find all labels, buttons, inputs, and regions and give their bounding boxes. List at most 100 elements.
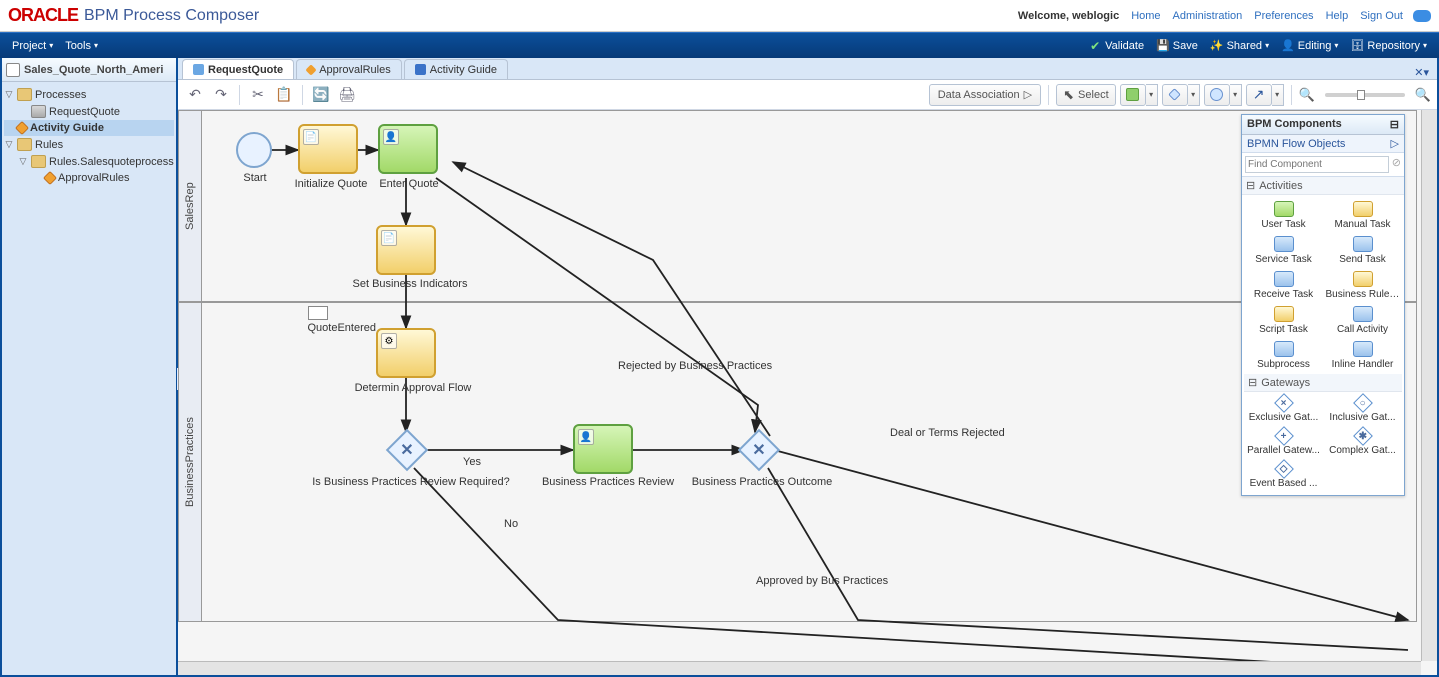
palette-service-task[interactable]: Service Task	[1244, 234, 1323, 267]
edge-no: No	[504, 518, 518, 530]
diamond-icon	[306, 64, 317, 75]
tab-request-quote[interactable]: RequestQuote	[182, 59, 294, 79]
process-canvas[interactable]: SalesRep BusinessPractices Start	[178, 110, 1437, 675]
data-association-button[interactable]: Data Association▷	[929, 84, 1041, 106]
connector-dropdown[interactable]: ▾	[1272, 84, 1284, 106]
palette-section-gateways[interactable]: ⊟Gateways	[1244, 374, 1402, 392]
tree-activity-guide[interactable]: Activity Guide	[4, 120, 174, 136]
undo-button[interactable]: ↶	[184, 84, 206, 106]
enter-quote-task[interactable]: 👤	[378, 124, 438, 174]
palette-user-task[interactable]: User Task	[1244, 199, 1323, 232]
gear-icon	[193, 64, 204, 75]
vertical-scrollbar[interactable]	[1421, 110, 1437, 661]
minimize-icon[interactable]: ⊟	[1390, 118, 1399, 131]
welcome-text: Welcome, weblogic	[1018, 10, 1119, 22]
determine-flow-label: Determin Approval Flow	[343, 382, 483, 394]
palette-event-based-gateway[interactable]: ◇Event Based ...	[1244, 460, 1323, 491]
bp-review-label: Business Practices Review	[528, 476, 688, 488]
edge-rejected-bp: Rejected by Business Practices	[618, 360, 772, 372]
select-tool[interactable]: ⬉Select	[1056, 84, 1115, 106]
palette-inclusive-gateway[interactable]: ○Inclusive Gat...	[1323, 394, 1402, 425]
zoom-in-button[interactable]: 🔍	[1415, 87, 1431, 103]
horizontal-scrollbar[interactable]	[178, 661, 1421, 675]
clear-search-icon[interactable]: ⊘	[1392, 156, 1401, 173]
palette-inline-handler[interactable]: Inline Handler	[1323, 339, 1402, 372]
save-button[interactable]: 💾 Save	[1150, 39, 1204, 52]
cut-button[interactable]: ✂	[247, 84, 269, 106]
palette-complex-gateway[interactable]: ✱Complex Gat...	[1323, 427, 1402, 458]
sidebar-header: Sales_Quote_North_Ameri	[2, 58, 176, 82]
bp-outcome-label: Business Practices Outcome	[676, 476, 848, 488]
palette-manual-task[interactable]: Manual Task	[1323, 199, 1402, 232]
palette-subprocess[interactable]: Subprocess	[1244, 339, 1323, 372]
preferences-link[interactable]: Preferences	[1254, 10, 1313, 22]
app-title: BPM Process Composer	[84, 7, 259, 25]
palette-section-activities[interactable]: ⊟Activities	[1242, 177, 1404, 195]
component-palette[interactable]: BPM Components⊟ BPMN Flow Objects▷ ⊘ ⊟Ac…	[1241, 114, 1405, 496]
print-button[interactable]: 🖨	[336, 84, 358, 106]
enter-quote-label: Enter Quote	[373, 178, 445, 190]
validate-button[interactable]: ✔Validate	[1084, 39, 1150, 53]
event-shape-button[interactable]	[1204, 84, 1230, 106]
project-menu[interactable]: Project▾	[6, 40, 59, 52]
tree-rules[interactable]: ▽Rules	[4, 136, 174, 153]
palette-send-task[interactable]: Send Task	[1323, 234, 1402, 267]
tab-bar: RequestQuote ApprovalRules Activity Guid…	[178, 58, 1437, 80]
set-business-indicators-task[interactable]: 📄	[376, 225, 436, 275]
palette-title-bar[interactable]: BPM Components⊟	[1242, 115, 1404, 135]
set-bi-label: Set Business Indicators	[340, 278, 480, 290]
tree-request-quote[interactable]: RequestQuote	[18, 103, 174, 120]
main-area: Sales_Quote_North_Ameri ▽Processes Reque…	[0, 58, 1439, 677]
redo-button[interactable]: ↷	[210, 84, 232, 106]
initialize-quote-label: Initialize Quote	[286, 178, 376, 190]
tree-processes[interactable]: ▽Processes	[4, 86, 174, 103]
initialize-quote-task[interactable]: 📄	[298, 124, 358, 174]
palette-search-input[interactable]	[1245, 156, 1389, 173]
zoom-out-button[interactable]: 🔍	[1299, 87, 1315, 103]
connector-button[interactable]: ↗	[1246, 84, 1272, 106]
script-icon: 📄	[303, 129, 319, 145]
palette-business-rule[interactable]: Business Rule ...	[1323, 269, 1402, 302]
tree-rules-salesquote[interactable]: ▽Rules.Salesquoteprocess	[18, 153, 174, 170]
lane-header-salesrep[interactable]: SalesRep	[178, 110, 202, 302]
task-shape-button[interactable]	[1120, 84, 1146, 106]
business-practices-review-task[interactable]: 👤	[573, 424, 633, 474]
refresh-button[interactable]: 🔄	[310, 84, 332, 106]
home-link[interactable]: Home	[1131, 10, 1160, 22]
x-icon: ✕	[392, 435, 422, 465]
palette-script-task[interactable]: Script Task	[1244, 304, 1323, 337]
editing-menu[interactable]: 👤 Editing▾	[1275, 39, 1344, 52]
tab-approval-rules[interactable]: ApprovalRules	[296, 59, 402, 79]
user-icon: 👤	[578, 429, 594, 445]
gateway-shape-dropdown[interactable]: ▾	[1188, 84, 1200, 106]
palette-parallel-gateway[interactable]: +Parallel Gatew...	[1244, 427, 1323, 458]
is-review-required-label: Is Business Practices Review Required?	[296, 476, 526, 488]
palette-receive-task[interactable]: Receive Task	[1244, 269, 1323, 302]
administration-link[interactable]: Administration	[1173, 10, 1243, 22]
shared-menu[interactable]: ✨ Shared▾	[1204, 39, 1275, 52]
tab-close-icon[interactable]: ✕▾	[1414, 66, 1429, 79]
gateway-shape-button[interactable]	[1162, 84, 1188, 106]
palette-call-activity[interactable]: Call Activity	[1323, 304, 1402, 337]
palette-subtitle[interactable]: BPMN Flow Objects▷	[1242, 135, 1404, 153]
event-shape-dropdown[interactable]: ▾	[1230, 84, 1242, 106]
edge-approved-bp: Approved by Bus Practices	[756, 575, 888, 587]
tree-approval-rules[interactable]: ApprovalRules	[32, 170, 174, 186]
project-icon	[6, 63, 20, 77]
help-link[interactable]: Help	[1326, 10, 1349, 22]
repository-menu[interactable]: 🗄 Repository▾	[1344, 39, 1433, 52]
tools-menu[interactable]: Tools▾	[59, 40, 104, 52]
lane-header-business-practices[interactable]: BusinessPractices	[178, 302, 202, 622]
paste-button[interactable]: 📋	[273, 84, 295, 106]
zoom-slider[interactable]	[1325, 93, 1405, 97]
task-shape-dropdown[interactable]: ▾	[1146, 84, 1158, 106]
palette-search: ⊘	[1242, 153, 1404, 177]
brand-icon	[1413, 10, 1431, 22]
start-event[interactable]	[236, 132, 272, 168]
palette-exclusive-gateway[interactable]: ×Exclusive Gat...	[1244, 394, 1323, 425]
quote-entered-event[interactable]	[308, 306, 328, 320]
tab-activity-guide[interactable]: Activity Guide	[404, 59, 508, 79]
sign-out-link[interactable]: Sign Out	[1360, 10, 1403, 22]
determine-approval-flow-task[interactable]: ⚙	[376, 328, 436, 378]
edge-deal-rejected: Deal or Terms Rejected	[890, 427, 1005, 439]
